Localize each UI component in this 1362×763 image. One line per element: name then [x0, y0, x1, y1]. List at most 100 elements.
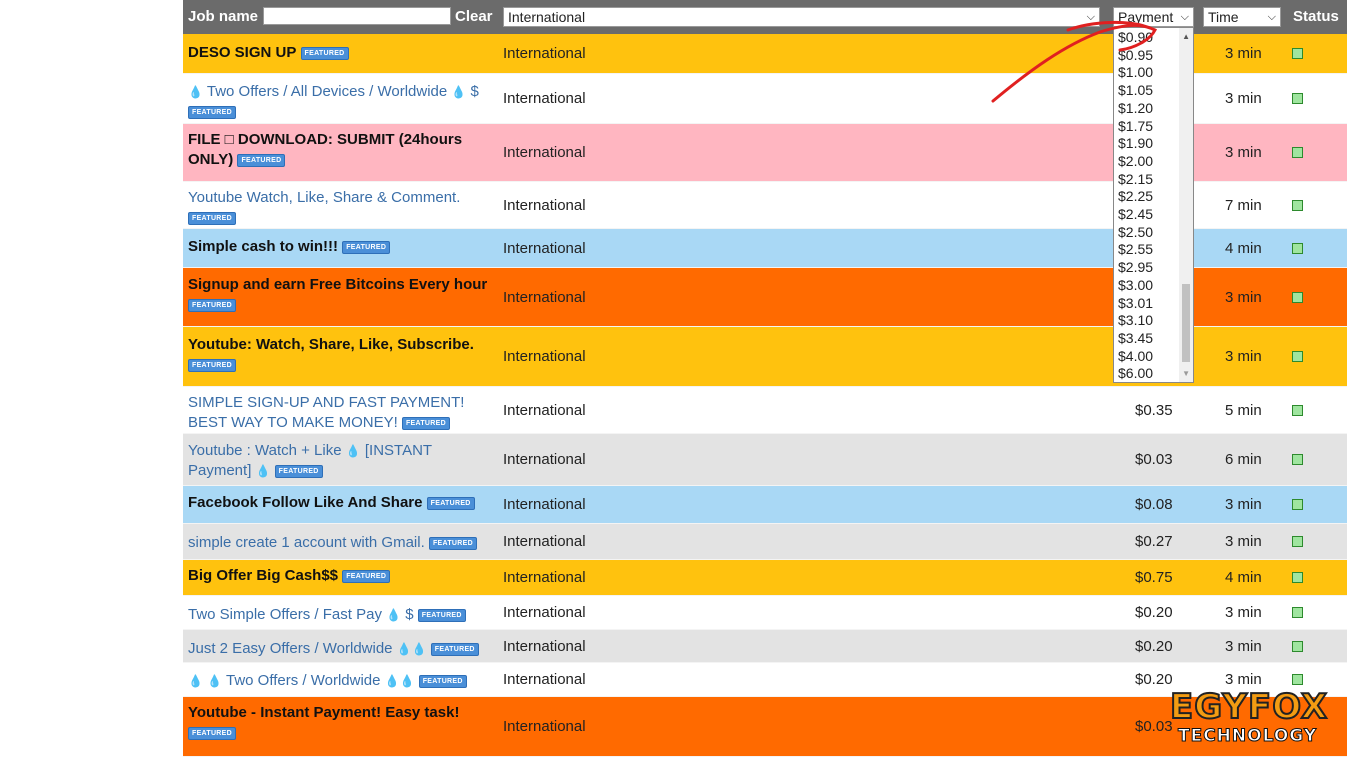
- payment-option[interactable]: $2.00: [1118, 153, 1153, 170]
- region-select[interactable]: International ⌵: [503, 7, 1100, 27]
- table-row[interactable]: simple create 1 account with Gmail. FEAT…: [183, 524, 1347, 560]
- table-row[interactable]: Big Offer Big Cash$$ FEATURED Internation…: [183, 560, 1347, 596]
- scrollbar-thumb[interactable]: [1182, 284, 1190, 362]
- featured-badge: FEATURED: [342, 240, 391, 254]
- table-row[interactable]: Youtube : Watch + Like 💧 [INSTANT Paymen…: [183, 434, 1347, 486]
- status-checkbox[interactable]: [1292, 536, 1303, 547]
- status-checkbox[interactable]: [1292, 291, 1303, 303]
- table-row[interactable]: Facebook Follow Like And Share FEATURED I…: [183, 486, 1347, 524]
- status-checkbox[interactable]: [1292, 572, 1303, 583]
- drop-icon: 💧: [411, 642, 427, 656]
- payment-cell: $0.27: [1135, 533, 1173, 550]
- payment-select[interactable]: Payment ⌵: [1113, 7, 1194, 27]
- dropdown-scrollbar[interactable]: ▲ ▼: [1179, 28, 1193, 382]
- job-title-link[interactable]: Big Offer Big Cash$$: [188, 567, 338, 584]
- status-checkbox[interactable]: [1292, 242, 1303, 254]
- time-cell: 3 min: [1225, 496, 1262, 513]
- time-cell: 7 min: [1225, 196, 1262, 214]
- payment-cell: $0.03: [1135, 718, 1173, 735]
- table-row[interactable]: Just 2 Easy Offers / Worldwide 💧💧 FEATUR…: [183, 630, 1347, 663]
- job-name-cell: SIMPLE SIGN-UP AND FAST PAYMENT! BEST WA…: [188, 393, 488, 433]
- payment-dropdown-list[interactable]: $0.90 $0.95 $1.00 $1.05 $1.20 $1.75 $1.90 $2.00…: [1113, 27, 1194, 383]
- featured-badge: FEATURED: [188, 358, 236, 372]
- drop-icon: 💧: [386, 608, 402, 622]
- job-title-link[interactable]: FILE □ DOWNLOAD: SUBMIT (24hours ONLY): [188, 131, 462, 168]
- chevron-down-icon: ⌵: [1267, 11, 1276, 23]
- status-checkbox[interactable]: [1292, 147, 1303, 158]
- job-title-link[interactable]: DESO SIGN UP: [188, 44, 296, 61]
- drop-icon: 💧: [345, 444, 361, 458]
- time-select-value: Time: [1208, 9, 1239, 25]
- payment-option[interactable]: $3.10: [1118, 312, 1153, 329]
- status-checkbox[interactable]: [1292, 640, 1303, 652]
- payment-select-value: Payment: [1118, 9, 1174, 25]
- time-cell: 3 min: [1225, 671, 1262, 688]
- payment-option[interactable]: $2.50: [1118, 224, 1153, 241]
- job-title-link[interactable]: Two Simple Offers / Fast Pay: [188, 606, 382, 623]
- status-checkbox[interactable]: [1292, 674, 1303, 685]
- job-title-link[interactable]: Two Offers / Worldwide: [226, 672, 381, 689]
- status-checkbox[interactable]: [1292, 351, 1303, 362]
- payment-option[interactable]: $3.00: [1118, 277, 1153, 294]
- job-name-cell: Simple cash to win!!! FEATURED: [188, 237, 488, 257]
- drop-icon: 💧: [451, 85, 467, 99]
- region-cell: International: [503, 144, 586, 161]
- payment-option[interactable]: $2.55: [1118, 241, 1153, 258]
- table-row[interactable]: Two Simple Offers / Fast Pay 💧 $ FEATURE…: [183, 596, 1347, 630]
- job-name-cell: Youtube: Watch, Share, Like, Subscribe. …: [188, 335, 488, 375]
- job-name-cell: Just 2 Easy Offers / Worldwide 💧💧 FEATUR…: [188, 639, 488, 659]
- job-title-link[interactable]: Two Offers / All Devices / Worldwide: [207, 83, 447, 100]
- status-checkbox[interactable]: [1292, 607, 1303, 618]
- job-title-link[interactable]: Signup and earn Free Bitcoins Every hour: [188, 276, 487, 293]
- clear-button[interactable]: Clear: [455, 8, 493, 25]
- job-title-link[interactable]: Youtube: Watch, Share, Like, Subscribe.: [188, 336, 474, 353]
- payment-option[interactable]: $2.15: [1118, 171, 1153, 188]
- status-checkbox[interactable]: [1292, 48, 1303, 59]
- chevron-down-icon: ⌵: [1086, 11, 1095, 23]
- status-checkbox[interactable]: [1292, 404, 1303, 416]
- time-select[interactable]: Time ⌵: [1203, 7, 1281, 27]
- job-title-link[interactable]: Youtube : Watch + Like: [188, 442, 342, 459]
- payment-option[interactable]: $2.25: [1118, 188, 1153, 205]
- status-checkbox[interactable]: [1292, 499, 1303, 510]
- featured-badge: FEATURED: [237, 153, 286, 167]
- featured-badge: FEATURED: [188, 298, 236, 312]
- status-checkbox[interactable]: [1292, 199, 1303, 211]
- payment-option[interactable]: $6.00: [1118, 365, 1153, 382]
- payment-cell: $0.75: [1135, 569, 1173, 586]
- payment-option[interactable]: $3.01: [1118, 295, 1153, 312]
- egyfox-logo: EGYFOX TECHNOLOGY: [1169, 687, 1328, 747]
- payment-option[interactable]: $1.00: [1118, 64, 1153, 81]
- payment-option[interactable]: $0.95: [1118, 47, 1153, 64]
- job-name-input[interactable]: [263, 7, 451, 25]
- payment-option[interactable]: $2.45: [1118, 206, 1153, 223]
- job-title-link[interactable]: Youtube Watch, Like, Share & Comment.: [188, 189, 460, 206]
- payment-cell: $0.20: [1135, 604, 1173, 621]
- job-title-link[interactable]: simple create 1 account with Gmail.: [188, 534, 425, 551]
- job-title-link[interactable]: Youtube - Instant Payment! Easy task!: [188, 704, 459, 721]
- payment-option[interactable]: $1.20: [1118, 100, 1153, 117]
- job-name-cell: FILE □ DOWNLOAD: SUBMIT (24hours ONLY) F…: [188, 130, 488, 170]
- status-checkbox[interactable]: [1292, 454, 1303, 465]
- payment-option[interactable]: $4.00: [1118, 348, 1153, 365]
- status-checkbox[interactable]: [1292, 93, 1303, 104]
- featured-badge: FEATURED: [418, 674, 467, 688]
- featured-badge: FEATURED: [401, 416, 450, 430]
- region-cell: International: [503, 533, 586, 550]
- scroll-down-icon[interactable]: ▼: [1182, 369, 1190, 378]
- job-title-link[interactable]: Just 2 Easy Offers / Worldwide: [188, 640, 393, 657]
- payment-option[interactable]: $3.45: [1118, 330, 1153, 347]
- job-title-link[interactable]: Facebook Follow Like And Share: [188, 494, 423, 511]
- region-cell: International: [503, 348, 586, 365]
- region-cell: International: [503, 45, 586, 62]
- payment-option[interactable]: $1.75: [1118, 118, 1153, 135]
- payment-option[interactable]: $1.05: [1118, 82, 1153, 99]
- region-cell: International: [503, 196, 586, 214]
- scroll-up-icon[interactable]: ▲: [1182, 32, 1190, 41]
- table-row[interactable]: SIMPLE SIGN-UP AND FAST PAYMENT! BEST WA…: [183, 387, 1347, 434]
- payment-option[interactable]: $0.90: [1118, 29, 1153, 46]
- featured-badge: FEATURED: [342, 569, 391, 583]
- job-title-link[interactable]: Simple cash to win!!!: [188, 238, 338, 255]
- payment-option[interactable]: $2.95: [1118, 259, 1153, 276]
- payment-option[interactable]: $1.90: [1118, 135, 1153, 152]
